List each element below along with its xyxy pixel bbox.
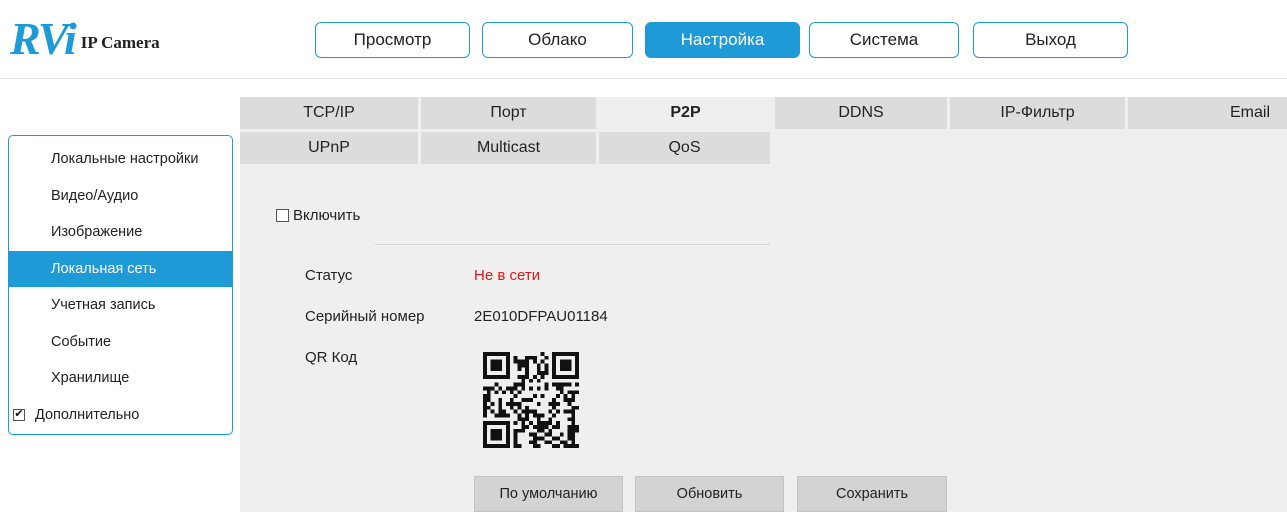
qr-label: QR Код xyxy=(305,349,358,366)
tab-ip-filter[interactable]: IP-Фильтр xyxy=(950,97,1128,132)
tab-tcpip[interactable]: TCP/IP xyxy=(240,97,421,132)
logo-text: IP Camera xyxy=(80,33,160,52)
status-value: Не в сети xyxy=(474,267,541,284)
logo-mark: RVi xyxy=(10,13,77,64)
tab-upnp[interactable]: UPnP xyxy=(240,132,421,167)
nav-system-button[interactable]: Система xyxy=(809,22,959,58)
tab-qos[interactable]: QoS xyxy=(599,132,770,167)
tab-p2p[interactable]: P2P xyxy=(599,97,775,132)
serial-label: Серийный номер xyxy=(305,308,425,325)
serial-value: 2E010DFPAU01184 xyxy=(474,308,608,325)
nav-logout-button[interactable]: Выход xyxy=(973,22,1128,58)
status-label: Статус xyxy=(305,267,353,284)
sidebar-item-storage[interactable]: Хранилище xyxy=(9,360,232,397)
section-divider xyxy=(375,244,770,245)
main-panel: TCP/IP Порт P2P DDNS IP-Фильтр Email UPn… xyxy=(240,97,1287,512)
sidebar: Локальные настройки Видео/Аудио Изображе… xyxy=(8,135,233,435)
sidebar-item-account[interactable]: Учетная запись xyxy=(9,287,232,324)
tab-ddns[interactable]: DDNS xyxy=(775,97,950,132)
save-button[interactable]: Сохранить xyxy=(797,476,947,512)
logo: RVi IP Camera xyxy=(10,14,160,64)
tab-port[interactable]: Порт xyxy=(421,97,599,132)
nav-view-button[interactable]: Просмотр xyxy=(315,22,470,58)
sidebar-item-event[interactable]: Событие xyxy=(9,324,232,361)
sidebar-item-image[interactable]: Изображение xyxy=(9,214,232,251)
default-button[interactable]: По умолчанию xyxy=(474,476,623,512)
header-divider xyxy=(0,78,1287,79)
sidebar-item-video-audio[interactable]: Видео/Аудио xyxy=(9,178,232,215)
sidebar-item-network[interactable]: Локальная сеть xyxy=(9,250,232,287)
advanced-label: Дополнительно xyxy=(35,406,140,423)
advanced-checkbox[interactable]: ✔ xyxy=(13,408,25,421)
nav-settings-button[interactable]: Настройка xyxy=(645,22,800,58)
qr-code-image xyxy=(483,352,579,448)
top-navigation: Просмотр Облако Настройка Система Выход xyxy=(315,22,1140,58)
enable-label: Включить xyxy=(293,207,361,224)
refresh-button[interactable]: Обновить xyxy=(635,476,784,512)
nav-cloud-button[interactable]: Облако xyxy=(482,22,633,58)
enable-row[interactable]: Включить xyxy=(276,207,360,224)
enable-checkbox[interactable] xyxy=(276,209,289,222)
tab-multicast[interactable]: Multicast xyxy=(421,132,599,167)
sidebar-item-advanced[interactable]: ✔ Дополнительно xyxy=(9,397,232,434)
tab-email[interactable]: Email xyxy=(1128,97,1287,132)
sidebar-item-local-settings[interactable]: Локальные настройки xyxy=(9,141,232,178)
